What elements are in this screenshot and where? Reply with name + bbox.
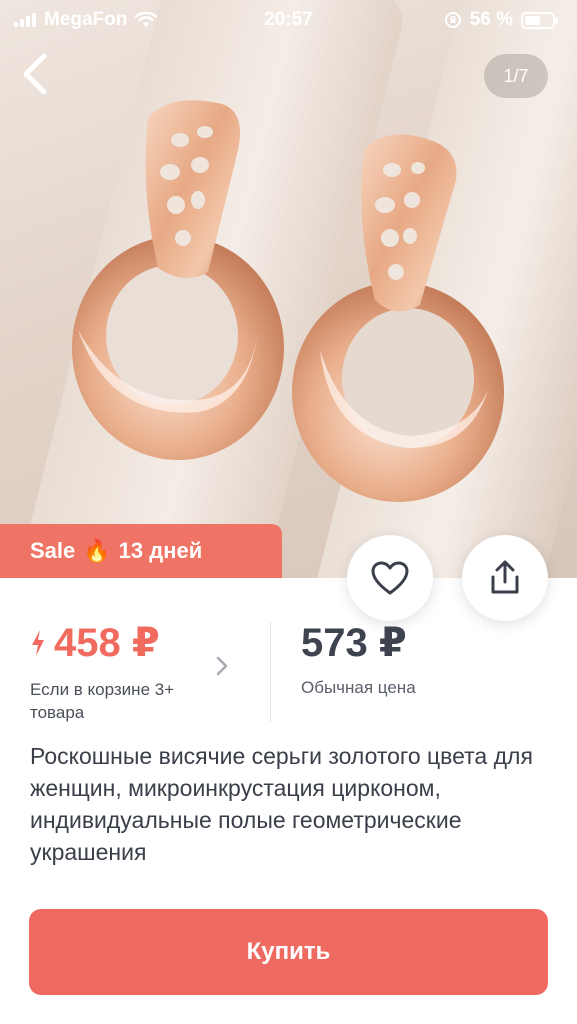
price-divider [270,622,271,722]
sale-label: Sale [30,538,76,563]
fire-icon: 🔥 [83,538,111,563]
carrier-name: MegaFon [44,9,128,30]
sale-days: 13 дней [118,538,203,563]
status-right: 56 % [444,9,558,31]
wifi-icon [135,12,158,27]
battery-percent: 56 % [469,9,513,30]
lightning-icon [32,630,44,656]
heart-icon [371,561,409,595]
share-button[interactable] [462,535,548,621]
favorite-button[interactable] [347,535,433,621]
status-bar: MegaFon 20:57 56 % [0,0,577,40]
battery-icon [521,11,558,29]
chevron-right-icon[interactable] [212,656,232,676]
regular-price: 573 ₽ [301,621,407,665]
chevron-left-icon [23,53,47,95]
regular-price-block: 573 ₽ Обычная цена [301,620,416,698]
sale-badge: Sale 🔥 13 дней [0,524,282,578]
status-left: MegaFon [14,9,158,31]
discount-price-value: 458 ₽ [54,621,160,665]
discount-caption: Если в корзине 3+ товара [30,680,175,722]
back-button[interactable] [12,50,56,98]
buy-button[interactable]: Купить [29,909,548,995]
orientation-lock-icon [444,12,461,28]
product-title: Роскошные висячие серьги золотого цвета … [30,743,533,865]
regular-caption: Обычная цена [301,678,416,697]
share-icon [491,560,519,594]
signal-icon [14,13,36,27]
image-counter: 1/7 [484,54,548,98]
